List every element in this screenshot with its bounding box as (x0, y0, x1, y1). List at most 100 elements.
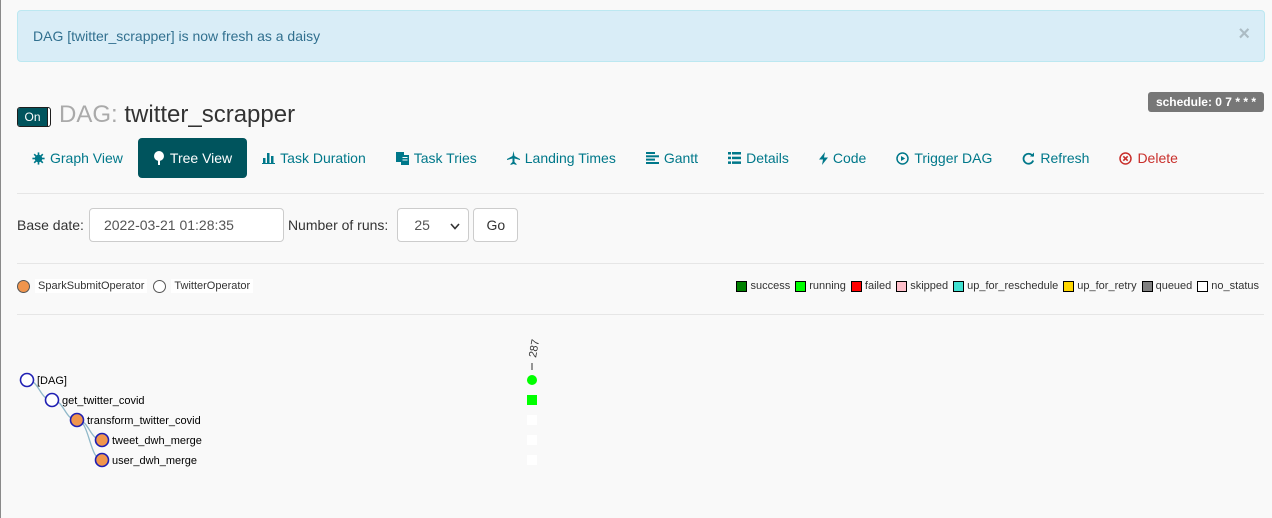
run-column: 287 (527, 338, 542, 465)
state-name: success (750, 280, 791, 292)
task-node-circle[interactable] (19, 372, 35, 388)
bar-chart-icon (262, 152, 276, 164)
play-circle-icon (896, 151, 910, 165)
tree-nodes: [DAG] get_twitter_covid transform_twitter_… (19, 372, 202, 468)
operator-legend-item: SparkSubmitOperator (17, 279, 148, 293)
dag-name: twitter_scrapper (124, 101, 296, 128)
task-node-label[interactable]: tweet_dwh_merge (112, 435, 202, 447)
divider (17, 193, 1264, 194)
tab-trigger-dag[interactable]: Trigger DAG (881, 138, 1007, 178)
tree-view-diagram: [DAG] get_twitter_covid transform_twitter_… (19, 338, 542, 468)
toggle-on-label: On (18, 108, 48, 126)
state-name: up_for_retry (1077, 280, 1137, 292)
tab-code[interactable]: Code (804, 138, 881, 178)
runs-value: 25 (414, 217, 430, 233)
tab-label: Tree View (169, 150, 233, 166)
dag-prefix: DAG: (59, 101, 118, 128)
state-color-box (1141, 280, 1153, 292)
task-node-circle[interactable] (44, 392, 60, 408)
tree-node[interactable]: tweet_dwh_merge (94, 432, 202, 448)
tab-label: Refresh (1040, 150, 1090, 166)
tab-label: Gantt (663, 150, 699, 166)
state-name: running (809, 280, 846, 292)
state-color-box (896, 280, 908, 292)
state-legend-item: success (736, 280, 790, 292)
state-color-box (953, 280, 965, 292)
state-legend-item: failed (850, 280, 892, 292)
base-date-input[interactable]: 2022-03-21 01:28:35 (88, 208, 284, 242)
state-color-box (850, 280, 862, 292)
tab-label: Code (832, 150, 867, 166)
bolt-icon (818, 151, 828, 165)
chevron-down-icon (450, 217, 460, 233)
runs-label: Number of runs: (287, 217, 389, 233)
base-date-label: Base date: (17, 217, 84, 233)
state-legend-item: up_for_retry (1063, 280, 1137, 292)
tab-tree-view[interactable]: Tree View (137, 138, 248, 178)
tab-label: Trigger DAG (914, 150, 993, 166)
state-legend-item: no_status (1197, 280, 1259, 292)
tab-label: Delete (1137, 150, 1178, 166)
task-node-label[interactable]: transform_twitter_covid (87, 415, 201, 427)
delete-circle-icon (1119, 151, 1133, 165)
operator-name: SparkSubmitOperator (35, 279, 148, 293)
tab-gantt[interactable]: Gantt (631, 138, 713, 178)
run-label[interactable]: 287 (527, 338, 542, 358)
tab-delete[interactable]: Delete (1104, 138, 1192, 178)
task-node-circle[interactable] (94, 432, 110, 448)
runs-select[interactable]: 25 (397, 208, 470, 242)
operator-legend-item: TwitterOperator (153, 279, 254, 293)
task-node-label[interactable]: user_dwh_merge (112, 455, 197, 467)
task-instance-state-cell[interactable] (527, 375, 537, 385)
tab-landing-times[interactable]: Landing Times (492, 138, 631, 178)
tree-node[interactable]: user_dwh_merge (94, 452, 198, 468)
state-color-box (1197, 280, 1209, 292)
state-name: failed (864, 280, 892, 292)
task-node-label[interactable]: [DAG] (37, 375, 67, 387)
operator-color-dot (153, 279, 167, 293)
align-left-icon (645, 152, 659, 164)
state-legend-item: running (795, 280, 846, 292)
tab-graph-view[interactable]: Graph View (17, 138, 138, 178)
operator-color-dot (17, 279, 30, 293)
divider (17, 314, 1264, 315)
tab-label: Details (746, 150, 789, 166)
schedule-badge: schedule: 0 7 * * * (1147, 92, 1264, 112)
state-color-box (795, 280, 807, 292)
operator-legend: SparkSubmitOperator TwitterOperator (17, 279, 259, 293)
copy-icon (395, 151, 409, 165)
go-button[interactable]: Go (473, 208, 519, 242)
task-instance-state-cell[interactable] (527, 435, 537, 445)
tab-label: Task Tries (413, 150, 477, 166)
dag-nav-tabs: Graph View Tree View Task Duration Task … (17, 138, 1193, 178)
tree-icon (153, 151, 165, 165)
state-legend: success running failed skipped up_for_re… (731, 280, 1259, 292)
task-node-label[interactable]: get_twitter_covid (62, 395, 145, 407)
tab-task-duration[interactable]: Task Duration (247, 138, 381, 178)
tree-filter-form: Base date: 2022-03-21 01:28:35 Number of… (17, 208, 519, 242)
tab-label: Landing Times (524, 150, 616, 166)
state-color-box (1063, 280, 1075, 292)
state-legend-item: up_for_reschedule (953, 280, 1058, 292)
tree-node[interactable]: transform_twitter_covid (69, 412, 201, 428)
page-title: DAG: twitter_scrapper (59, 100, 295, 130)
state-legend-item: skipped (896, 280, 948, 292)
refresh-icon (1022, 152, 1035, 165)
task-node-circle[interactable] (69, 412, 85, 428)
task-node-circle[interactable] (94, 452, 110, 468)
tree-node[interactable]: [DAG] (19, 372, 67, 388)
operator-name: TwitterOperator (171, 279, 254, 293)
state-legend-item: queued (1141, 280, 1192, 292)
tab-label: Graph View (50, 150, 123, 166)
tab-task-tries[interactable]: Task Tries (381, 138, 492, 178)
tab-refresh[interactable]: Refresh (1007, 138, 1104, 178)
gear-icon (32, 151, 45, 165)
plane-icon (506, 151, 520, 165)
task-instance-state-cell[interactable] (527, 415, 537, 425)
close-icon[interactable]: × (1238, 24, 1250, 44)
task-instance-state-cell[interactable] (527, 395, 537, 405)
alert-message: DAG [twitter_scrapper] is now fresh as a… (33, 28, 321, 44)
dag-pause-toggle[interactable]: On (17, 107, 51, 127)
tab-details[interactable]: Details (713, 138, 804, 178)
task-instance-state-cell[interactable] (527, 455, 537, 465)
